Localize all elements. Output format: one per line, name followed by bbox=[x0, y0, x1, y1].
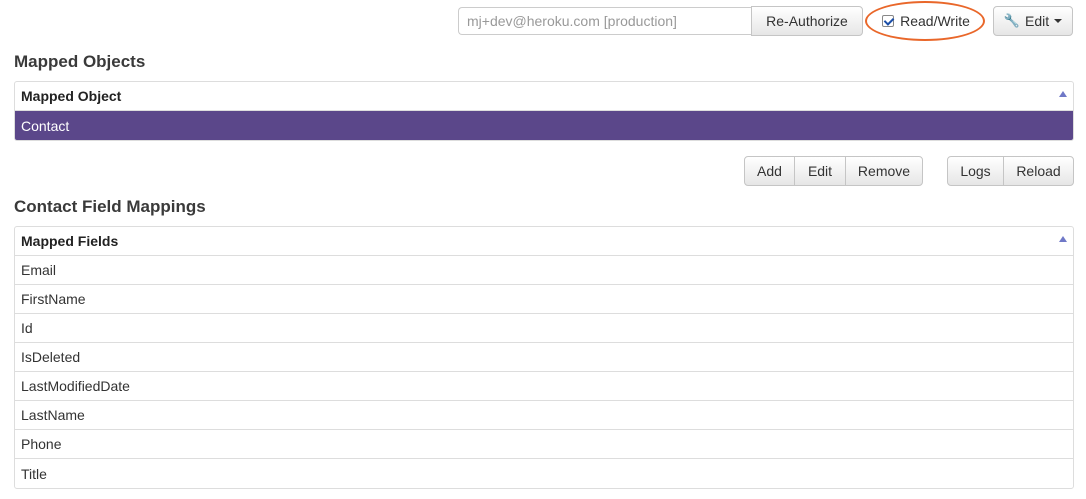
sort-ascending-icon[interactable] bbox=[1059, 236, 1067, 242]
table-row[interactable]: FirstName bbox=[15, 285, 1073, 314]
table-row[interactable]: LastName bbox=[15, 401, 1073, 430]
table-row[interactable]: LastModifiedDate bbox=[15, 372, 1073, 401]
table-row[interactable]: Contact bbox=[15, 111, 1073, 140]
account-field[interactable]: mj+dev@heroku.com [production] bbox=[458, 7, 751, 35]
table-row[interactable]: Id bbox=[15, 314, 1073, 343]
row-label: IsDeleted bbox=[21, 349, 81, 365]
edit-button[interactable]: Edit bbox=[794, 156, 846, 186]
remove-button[interactable]: Remove bbox=[845, 156, 923, 186]
wrench-icon: 🔧 bbox=[1003, 13, 1021, 28]
sort-ascending-icon[interactable] bbox=[1059, 91, 1067, 97]
reload-button[interactable]: Reload bbox=[1003, 156, 1074, 186]
log-actions-group: Logs Reload bbox=[947, 156, 1074, 186]
edit-dropdown-button[interactable]: 🔧 Edit bbox=[993, 6, 1073, 36]
column-header-label: Mapped Object bbox=[21, 88, 122, 104]
reauthorize-button[interactable]: Re-Authorize bbox=[751, 6, 863, 36]
mapped-objects-heading: Mapped Objects bbox=[14, 52, 146, 71]
column-header-label: Mapped Fields bbox=[21, 233, 119, 249]
table-row[interactable]: Title bbox=[15, 459, 1073, 488]
row-label: LastModifiedDate bbox=[21, 378, 130, 394]
object-actions-group: Add Edit Remove bbox=[744, 156, 923, 186]
field-mappings-heading: Contact Field Mappings bbox=[14, 197, 206, 216]
row-label: Phone bbox=[21, 436, 62, 452]
table-row[interactable]: IsDeleted bbox=[15, 343, 1073, 372]
logs-button[interactable]: Logs bbox=[947, 156, 1004, 186]
mapped-objects-table: Mapped Object Contact bbox=[14, 81, 1074, 141]
row-label: FirstName bbox=[21, 291, 86, 307]
table-row[interactable]: Phone bbox=[15, 430, 1073, 459]
readwrite-label: Read/Write bbox=[900, 13, 970, 29]
readwrite-checkbox[interactable] bbox=[882, 15, 895, 27]
table-row[interactable]: Email bbox=[15, 256, 1073, 285]
row-label: LastName bbox=[21, 407, 85, 423]
readwrite-toggle[interactable]: Read/Write bbox=[868, 6, 984, 36]
row-label: Id bbox=[21, 320, 33, 336]
caret-down-icon bbox=[1054, 19, 1063, 23]
add-button[interactable]: Add bbox=[744, 156, 795, 186]
row-label: Title bbox=[21, 465, 47, 482]
mapped-object-column-header[interactable]: Mapped Object bbox=[15, 82, 1073, 111]
row-label: Contact bbox=[21, 117, 70, 134]
field-mappings-table: Mapped Fields Email FirstName Id IsDelet… bbox=[14, 226, 1074, 489]
mapped-fields-column-header[interactable]: Mapped Fields bbox=[15, 227, 1073, 256]
row-label: Email bbox=[21, 262, 57, 278]
edit-dropdown-label: Edit bbox=[1025, 13, 1050, 29]
